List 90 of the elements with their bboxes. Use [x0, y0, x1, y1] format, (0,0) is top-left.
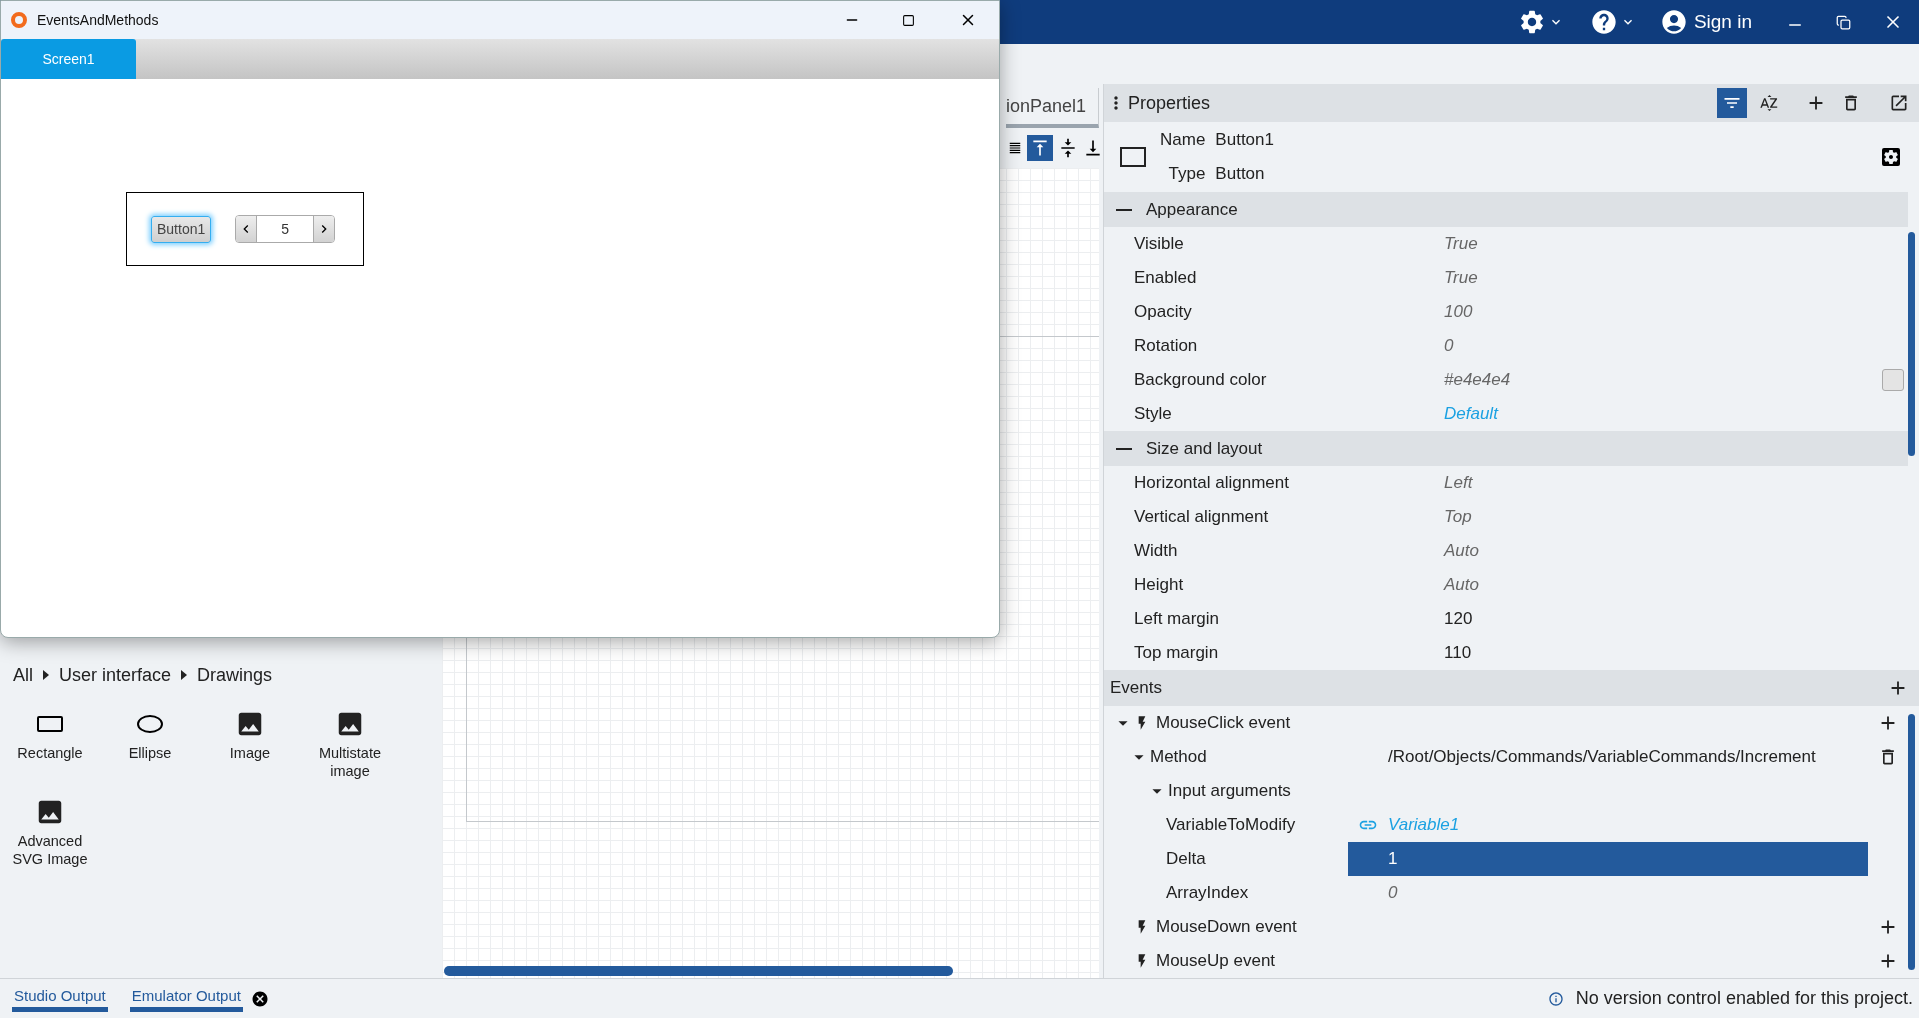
- pop-out-icon[interactable]: [1889, 93, 1909, 113]
- ellipse-icon: [137, 715, 163, 733]
- property-value: 0: [1388, 882, 1398, 905]
- app-logo-icon: [11, 12, 27, 28]
- property-label: Vertical alignment: [1133, 506, 1270, 529]
- breadcrumb-item[interactable]: User interface: [59, 661, 172, 689]
- output-tab[interactable]: Studio Output: [12, 985, 108, 1012]
- property-value[interactable]: Left: [1444, 470, 1473, 496]
- property-label: Height: [1133, 574, 1185, 597]
- property-value[interactable]: True: [1444, 231, 1478, 257]
- property-label: Rotation: [1133, 335, 1199, 358]
- color-swatch[interactable]: [1882, 369, 1904, 391]
- property-value[interactable]: True: [1444, 265, 1478, 291]
- categorized-button[interactable]: [1717, 88, 1747, 118]
- field-value: Button1: [1215, 129, 1274, 151]
- property-label: Style: [1133, 403, 1173, 426]
- output-tab[interactable]: Emulator Output: [129, 985, 243, 1012]
- property-label: Width: [1133, 540, 1179, 563]
- property-label: Opacity: [1133, 301, 1193, 324]
- property-value[interactable]: Top: [1444, 504, 1472, 530]
- value-row[interactable]: /Root/Objects/Commands/VariableCommands/Increment: [1348, 740, 1868, 774]
- property-value[interactable]: 0: [1444, 333, 1454, 359]
- vertical-scrollbar[interactable]: [1908, 232, 1915, 456]
- event-label: Input arguments: [1168, 780, 1291, 803]
- rectangle-icon: [37, 716, 63, 732]
- property-label: Horizontal alignment: [1133, 472, 1290, 495]
- align-middle-icon[interactable]: [1058, 138, 1078, 158]
- property-label: Enabled: [1133, 267, 1198, 290]
- panel-title: Properties: [1128, 91, 1211, 115]
- align-top-icon: [1030, 138, 1050, 158]
- property-value: 1: [1388, 848, 1398, 871]
- property-value: /Root/Objects/Commands/VariableCommands/Increment: [1388, 746, 1816, 769]
- sign-in-button[interactable]: Sign in: [1659, 7, 1752, 37]
- collapse-icon[interactable]: [1116, 208, 1132, 211]
- library-item[interactable]: Ellipse: [100, 708, 200, 780]
- vertical-scrollbar[interactable]: [1908, 714, 1915, 970]
- align-bottom-icon[interactable]: [1083, 138, 1103, 158]
- event-label: Delta: [1166, 848, 1206, 871]
- horizontal-scrollbar[interactable]: [444, 966, 953, 976]
- breadcrumb-arrow-icon: [43, 670, 49, 680]
- property-label: Visible: [1133, 233, 1185, 256]
- help-icon[interactable]: [1589, 8, 1618, 36]
- property-label: Top margin: [1133, 642, 1220, 665]
- property-value[interactable]: Auto: [1444, 572, 1479, 598]
- event-label: Method: [1150, 746, 1207, 769]
- info-icon: [1547, 990, 1564, 1007]
- close-icon[interactable]: [250, 989, 269, 1008]
- sort-alpha-icon[interactable]: [1759, 93, 1779, 113]
- breadcrumb-item[interactable]: All: [13, 661, 33, 689]
- align-top-button[interactable]: [1027, 135, 1053, 161]
- property-value[interactable]: 110: [1444, 640, 1472, 666]
- property-value[interactable]: #e4e4e4: [1444, 367, 1511, 393]
- settings-list-icon[interactable]: [1879, 145, 1903, 169]
- property-value[interactable]: Auto: [1444, 538, 1479, 564]
- event-label: MouseUp event: [1156, 950, 1276, 973]
- event-label: MouseDown event: [1156, 916, 1297, 939]
- property-value[interactable]: 100: [1444, 299, 1473, 325]
- value-row[interactable]: 0: [1348, 876, 1868, 910]
- button1[interactable]: Button1: [151, 215, 212, 243]
- section-header[interactable]: Appearance: [1104, 192, 1908, 227]
- section-title: Events: [1110, 677, 1162, 700]
- breadcrumb-item[interactable]: Drawings: [197, 661, 273, 689]
- selected-value-row[interactable]: 1: [1348, 842, 1868, 876]
- property-value: Variable1: [1388, 814, 1460, 837]
- status-message: No version control enabled for this project.: [1575, 987, 1913, 1010]
- property-value[interactable]: 120: [1444, 606, 1473, 632]
- number-spinner[interactable]: 5: [235, 215, 336, 243]
- breadcrumb-arrow-icon: [181, 670, 188, 680]
- object-type-icon: [1120, 147, 1146, 167]
- library-item[interactable]: Rectangle: [0, 708, 100, 780]
- property-label: Background color: [1133, 369, 1268, 392]
- editor-tab[interactable]: ionPanel1: [1005, 88, 1099, 128]
- library-item[interactable]: Multistate image: [300, 708, 400, 780]
- property-label: Left margin: [1133, 608, 1221, 631]
- restore-icon[interactable]: [1836, 14, 1851, 30]
- event-label: ArrayIndex: [1166, 882, 1249, 905]
- field-label: Name: [1160, 129, 1206, 151]
- collapse-icon[interactable]: [1116, 447, 1132, 450]
- spinner-value: 5: [280, 219, 291, 239]
- account-icon: [1659, 8, 1688, 36]
- window-title: EventsAndMethods: [37, 10, 159, 30]
- maximize-icon[interactable]: [902, 13, 915, 27]
- event-label: VariableToModify: [1166, 814, 1296, 837]
- section-header[interactable]: Size and layout: [1104, 431, 1908, 466]
- library-item[interactable]: Advanced SVG Image: [0, 796, 100, 868]
- field-value: Button: [1215, 163, 1266, 185]
- field-label: Type: [1167, 163, 1206, 185]
- align-icon[interactable]: [1008, 141, 1022, 155]
- event-label: MouseClick event: [1156, 712, 1291, 735]
- library-item[interactable]: Image: [200, 708, 300, 780]
